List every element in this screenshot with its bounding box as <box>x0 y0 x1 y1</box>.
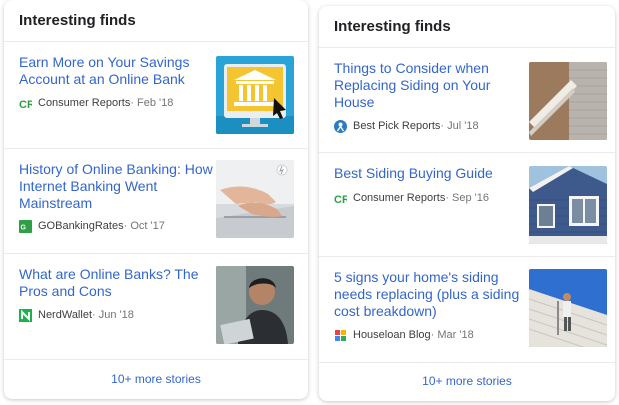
story-title-line: Earn More on Your Savings <box>19 54 190 70</box>
story-title-line: House <box>334 94 375 110</box>
best-pick-reports-icon <box>334 119 347 133</box>
source-date: · Sep '16 <box>445 192 490 204</box>
story-title-line: needs replacing (plus a siding <box>334 286 520 302</box>
story-item[interactable]: Earn More on Your Savings Account at an … <box>4 42 308 149</box>
story-title-line: Pros and Cons <box>19 283 112 299</box>
story-title-link[interactable]: What are Online Banks? The Pros and Cons <box>19 266 199 300</box>
story-title-line: cost breakdown) <box>334 303 437 319</box>
consumer-reports-icon: CR <box>19 97 35 111</box>
source-name: Consumer Reports <box>353 192 446 204</box>
nerdwallet-icon <box>19 308 32 322</box>
story-source: Houseloan Blog · Mar '18 <box>334 328 474 342</box>
story-item[interactable]: Best Siding Buying Guide CR Consumer Rep… <box>319 153 615 257</box>
story-source: CR Consumer Reports · Feb '18 <box>19 96 174 111</box>
story-item[interactable]: History of Online Banking: How Internet … <box>4 149 308 254</box>
story-title-link[interactable]: Things to Consider when Replacing Siding… <box>334 60 490 111</box>
story-thumbnail-worker[interactable] <box>529 269 607 347</box>
story-title-line: Things to Consider when <box>334 60 489 76</box>
interesting-finds-card-right: Interesting finds Things to Consider whe… <box>319 6 615 401</box>
story-thumbnail-siding[interactable] <box>529 62 607 140</box>
more-stories-link[interactable]: 10+ more stories <box>4 359 308 399</box>
consumer-reports-icon: CR <box>334 192 350 206</box>
story-source: G GOBankingRates · Oct '17 <box>19 219 165 233</box>
story-title-line: Account at an Online Bank <box>19 71 185 87</box>
more-stories-link[interactable]: 10+ more stories <box>319 361 615 401</box>
source-date: · Oct '17 <box>123 220 165 232</box>
story-source: CR Consumer Reports · Sep '16 <box>334 191 490 206</box>
card-header: Interesting finds <box>4 0 308 42</box>
story-source: NerdWallet · Jun '18 <box>19 308 134 322</box>
story-item[interactable]: Things to Consider when Replacing Siding… <box>319 48 615 153</box>
story-title-line: Replacing Siding on Your <box>334 77 491 93</box>
source-date: · Feb '18 <box>130 97 174 109</box>
story-title-line: Best Siding Buying Guide <box>334 165 493 181</box>
story-title-link[interactable]: History of Online Banking: How Internet … <box>19 161 213 212</box>
story-thumbnail-laptop[interactable] <box>216 160 294 238</box>
svg-text:CR: CR <box>334 194 347 205</box>
svg-text:G: G <box>21 224 27 231</box>
story-title-line: History of Online Banking: How <box>19 161 213 177</box>
story-source: Best Pick Reports · Jul '18 <box>334 119 479 133</box>
story-title-link[interactable]: Best Siding Buying Guide <box>334 165 493 182</box>
story-title-link[interactable]: 5 signs your home's siding needs replaci… <box>334 269 519 320</box>
gobankingrates-icon: G <box>19 219 32 233</box>
story-item[interactable]: 5 signs your home's siding needs replaci… <box>319 257 615 363</box>
story-title-line: Internet Banking Went <box>19 178 158 194</box>
story-title-line: 5 signs your home's siding <box>334 269 499 285</box>
source-name: Best Pick Reports <box>353 120 441 132</box>
interesting-finds-card-left: Interesting finds Earn More on Your Savi… <box>4 0 308 399</box>
source-name: GOBankingRates <box>38 220 124 232</box>
story-item[interactable]: What are Online Banks? The Pros and Cons… <box>4 254 308 360</box>
card-header: Interesting finds <box>319 6 615 48</box>
story-thumbnail-blue-house[interactable] <box>529 166 607 244</box>
svg-text:CR: CR <box>19 99 32 110</box>
source-date: · Jun '18 <box>92 309 134 321</box>
source-name: NerdWallet <box>38 309 92 321</box>
source-name: Houseloan Blog <box>353 329 431 341</box>
houseloan-blog-icon <box>334 329 347 342</box>
source-date: · Jul '18 <box>440 120 479 132</box>
story-thumbnail-person[interactable] <box>216 266 294 344</box>
story-title-line: Mainstream <box>19 195 93 211</box>
story-thumbnail-bank[interactable] <box>216 56 294 134</box>
source-name: Consumer Reports <box>38 97 131 109</box>
story-title-link[interactable]: Earn More on Your Savings Account at an … <box>19 54 189 88</box>
story-title-line: What are Online Banks? The <box>19 266 199 282</box>
source-date: · Mar '18 <box>430 329 474 341</box>
